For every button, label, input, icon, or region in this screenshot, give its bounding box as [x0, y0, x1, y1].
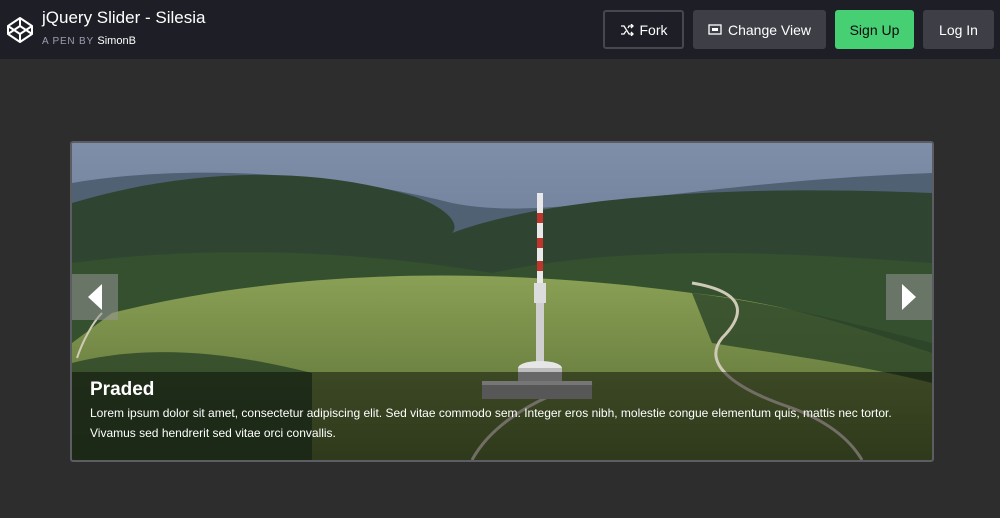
pen-title: jQuery Slider - Silesia: [42, 8, 206, 27]
previous-slide-button[interactable]: [72, 274, 118, 320]
chevron-left-icon: [88, 284, 102, 310]
change-view-label: Change View: [727, 21, 812, 38]
slide-title: Praded: [90, 379, 155, 400]
pen-byline: A PEN BY SimonB: [42, 35, 136, 47]
chevron-right-icon: [902, 284, 916, 310]
slide-caption: Praded Lorem ipsum dolor sit amet, conse…: [72, 372, 932, 460]
image-slider: Praded Lorem ipsum dolor sit amet, conse…: [70, 141, 934, 462]
author-link[interactable]: SimonB: [97, 35, 136, 47]
sign-up-label: Sign Up: [849, 21, 900, 38]
change-view-icon: [708, 24, 722, 35]
next-slide-button[interactable]: [886, 274, 932, 320]
byline-prefix: A PEN BY: [42, 36, 94, 47]
codepen-logo-icon[interactable]: [6, 16, 34, 44]
log-in-label: Log In: [939, 21, 978, 38]
fork-label: Fork: [639, 21, 668, 38]
log-in-button[interactable]: Log In: [923, 10, 994, 49]
fork-button[interactable]: Fork: [603, 10, 684, 49]
top-bar: jQuery Slider - Silesia A PEN BY SimonB …: [0, 0, 1000, 59]
slide-description: Lorem ipsum dolor sit amet, consectetur …: [90, 406, 892, 440]
fork-icon: [620, 23, 634, 36]
change-view-button[interactable]: Change View: [693, 10, 826, 49]
sign-up-button[interactable]: Sign Up: [835, 10, 914, 49]
